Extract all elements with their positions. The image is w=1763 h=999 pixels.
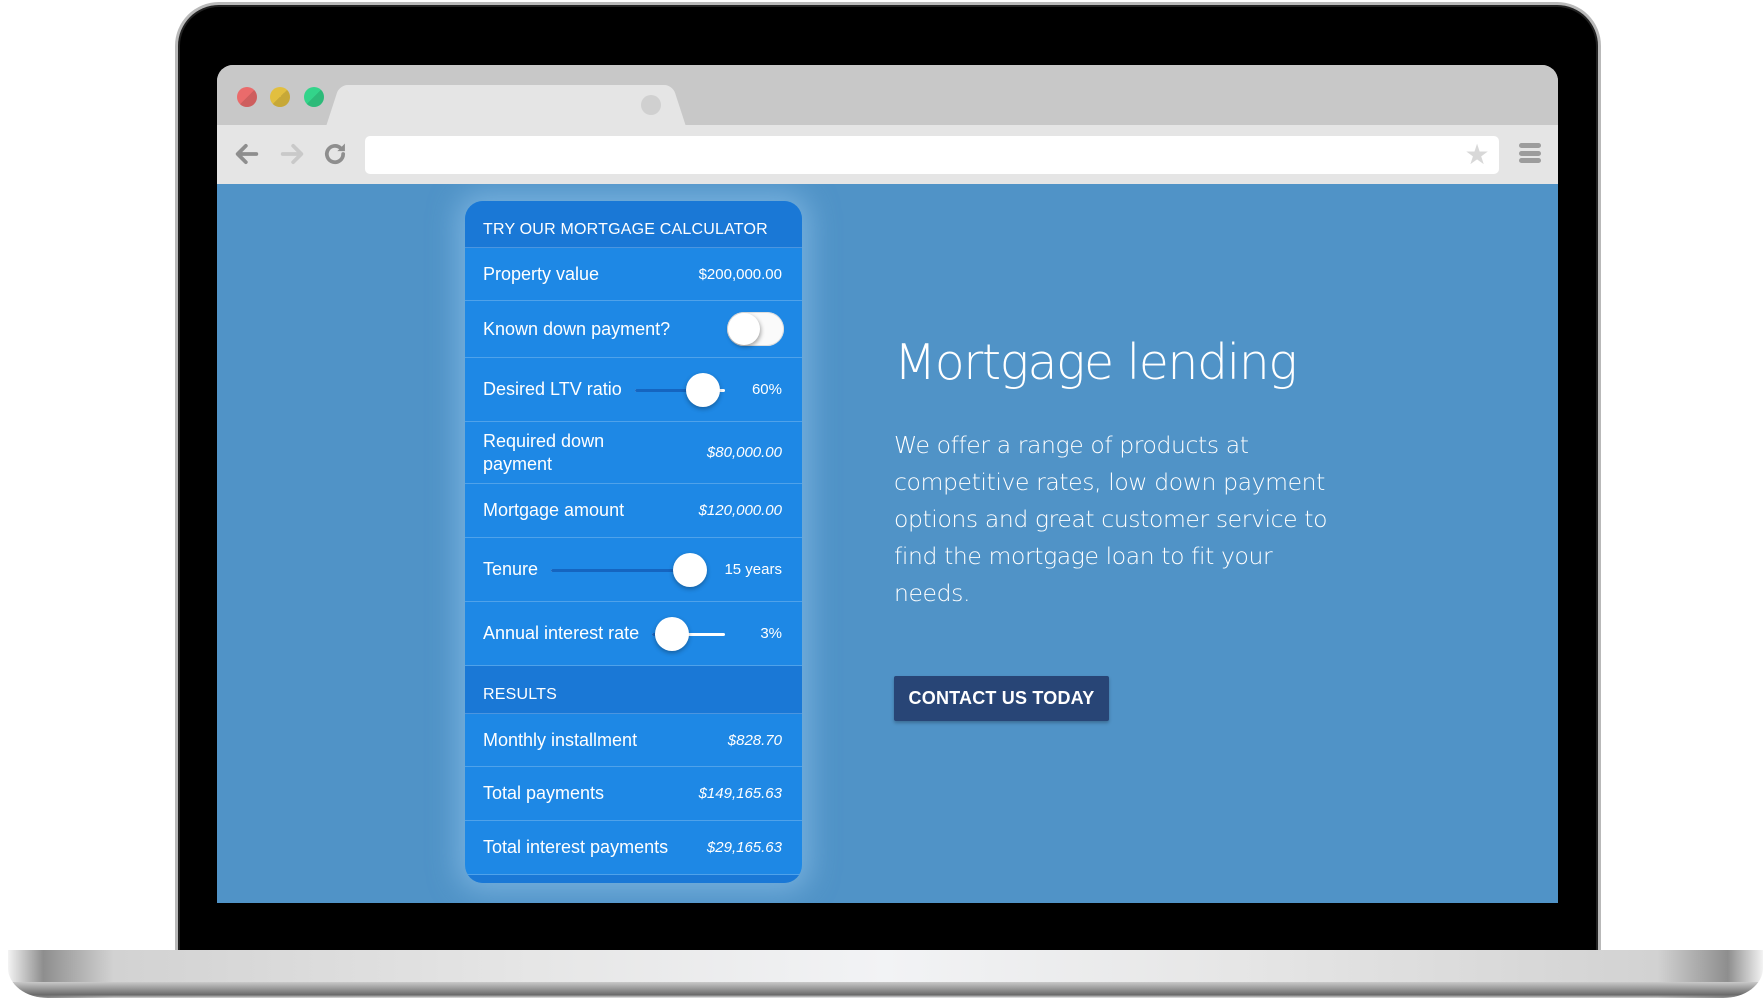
ltv-ratio-value: 60% [751,381,782,398]
interest-rate-value: 3% [760,625,782,642]
contact-us-button[interactable]: CONTACT US TODAY [894,676,1109,721]
arrow-left-icon[interactable] [231,138,263,170]
monthly-installment-value: $828.70 [727,731,782,749]
total-interest-value: $29,165.63 [706,839,782,856]
page-content: TRY OUR MORTGAGE CALCULATOR Property val… [217,184,1558,903]
browser-toolbar: ★ [217,125,1558,184]
hero-description: We offer a range of products at competit… [894,431,1328,607]
property-value-label: Property value [483,263,600,284]
results-title: RESULTS [483,686,558,703]
tab-close-icon[interactable] [641,95,661,115]
slider-thumb[interactable] [654,616,689,651]
interest-rate-label: Annual interest rate [483,623,640,643]
browser-window: ★ TRY OUR MORTGAGE CALCULATOR Property v… [217,65,1558,903]
laptop-base [8,950,1763,998]
tenure-label: Tenure [483,559,539,579]
mortgage-amount-label: Mortgage amount [483,500,625,520]
total-interest-label: Total interest payments [483,837,669,857]
monthly-installment-label: Monthly installment [483,729,638,750]
total-payments-row: Total payments $149,165.63 [465,767,802,821]
slider-fill [551,568,690,572]
required-down-payment-value: $80,000.00 [706,444,782,461]
total-interest-row: Total interest payments $29,165.63 [465,821,802,875]
mortgage-amount-value: $120,000.00 [698,502,782,519]
calculator-title: TRY OUR MORTGAGE CALCULATOR [483,220,768,238]
tab-bar [217,65,1558,125]
ltv-ratio-label: Desired LTV ratio [483,379,622,399]
calculator-header: TRY OUR MORTGAGE CALCULATOR [465,201,802,248]
slider-thumb[interactable] [685,372,720,407]
reload-icon[interactable] [319,138,351,170]
minimize-window-icon[interactable] [270,87,290,107]
monthly-installment-row: Monthly installment $828.70 [465,714,802,767]
known-down-payment-toggle[interactable] [727,312,784,346]
mortgage-calculator-card: TRY OUR MORTGAGE CALCULATOR Property val… [465,201,802,883]
arrow-right-icon[interactable] [276,138,308,170]
hamburger-menu-icon[interactable] [1519,141,1541,165]
close-window-icon[interactable] [237,87,257,107]
tenure-row: Tenure 15 years [465,538,802,602]
required-down-payment-label: Required down payment [483,430,605,474]
slider-thumb[interactable] [672,552,707,587]
total-payments-value: $149,165.63 [698,785,782,802]
address-bar[interactable] [365,136,1499,174]
property-value-input[interactable]: $200,000.00 [699,266,782,283]
page-title: Mortgage lending [894,334,1298,391]
required-down-payment-row: Required down payment $80,000.00 [465,422,802,484]
property-value-row: Property value $200,000.00 [465,248,802,301]
tenure-slider[interactable] [551,552,707,587]
interest-rate-slider[interactable] [652,616,725,651]
known-down-payment-row: Known down payment? [465,301,802,358]
results-header: RESULTS [465,666,802,714]
mortgage-amount-row: Mortgage amount $120,000.00 [465,484,802,538]
known-down-payment-label: Known down payment? [483,318,671,339]
ltv-ratio-row: Desired LTV ratio 60% [465,358,802,422]
star-icon[interactable]: ★ [1463,141,1491,169]
tenure-value: 15 years [724,561,782,578]
toggle-knob [728,313,760,345]
card-footer [465,875,802,883]
interest-rate-row: Annual interest rate 3% [465,602,802,666]
maximize-window-icon[interactable] [304,87,324,107]
ltv-ratio-slider[interactable] [635,372,725,407]
browser-tab[interactable] [347,85,665,125]
total-payments-label: Total payments [483,783,605,803]
